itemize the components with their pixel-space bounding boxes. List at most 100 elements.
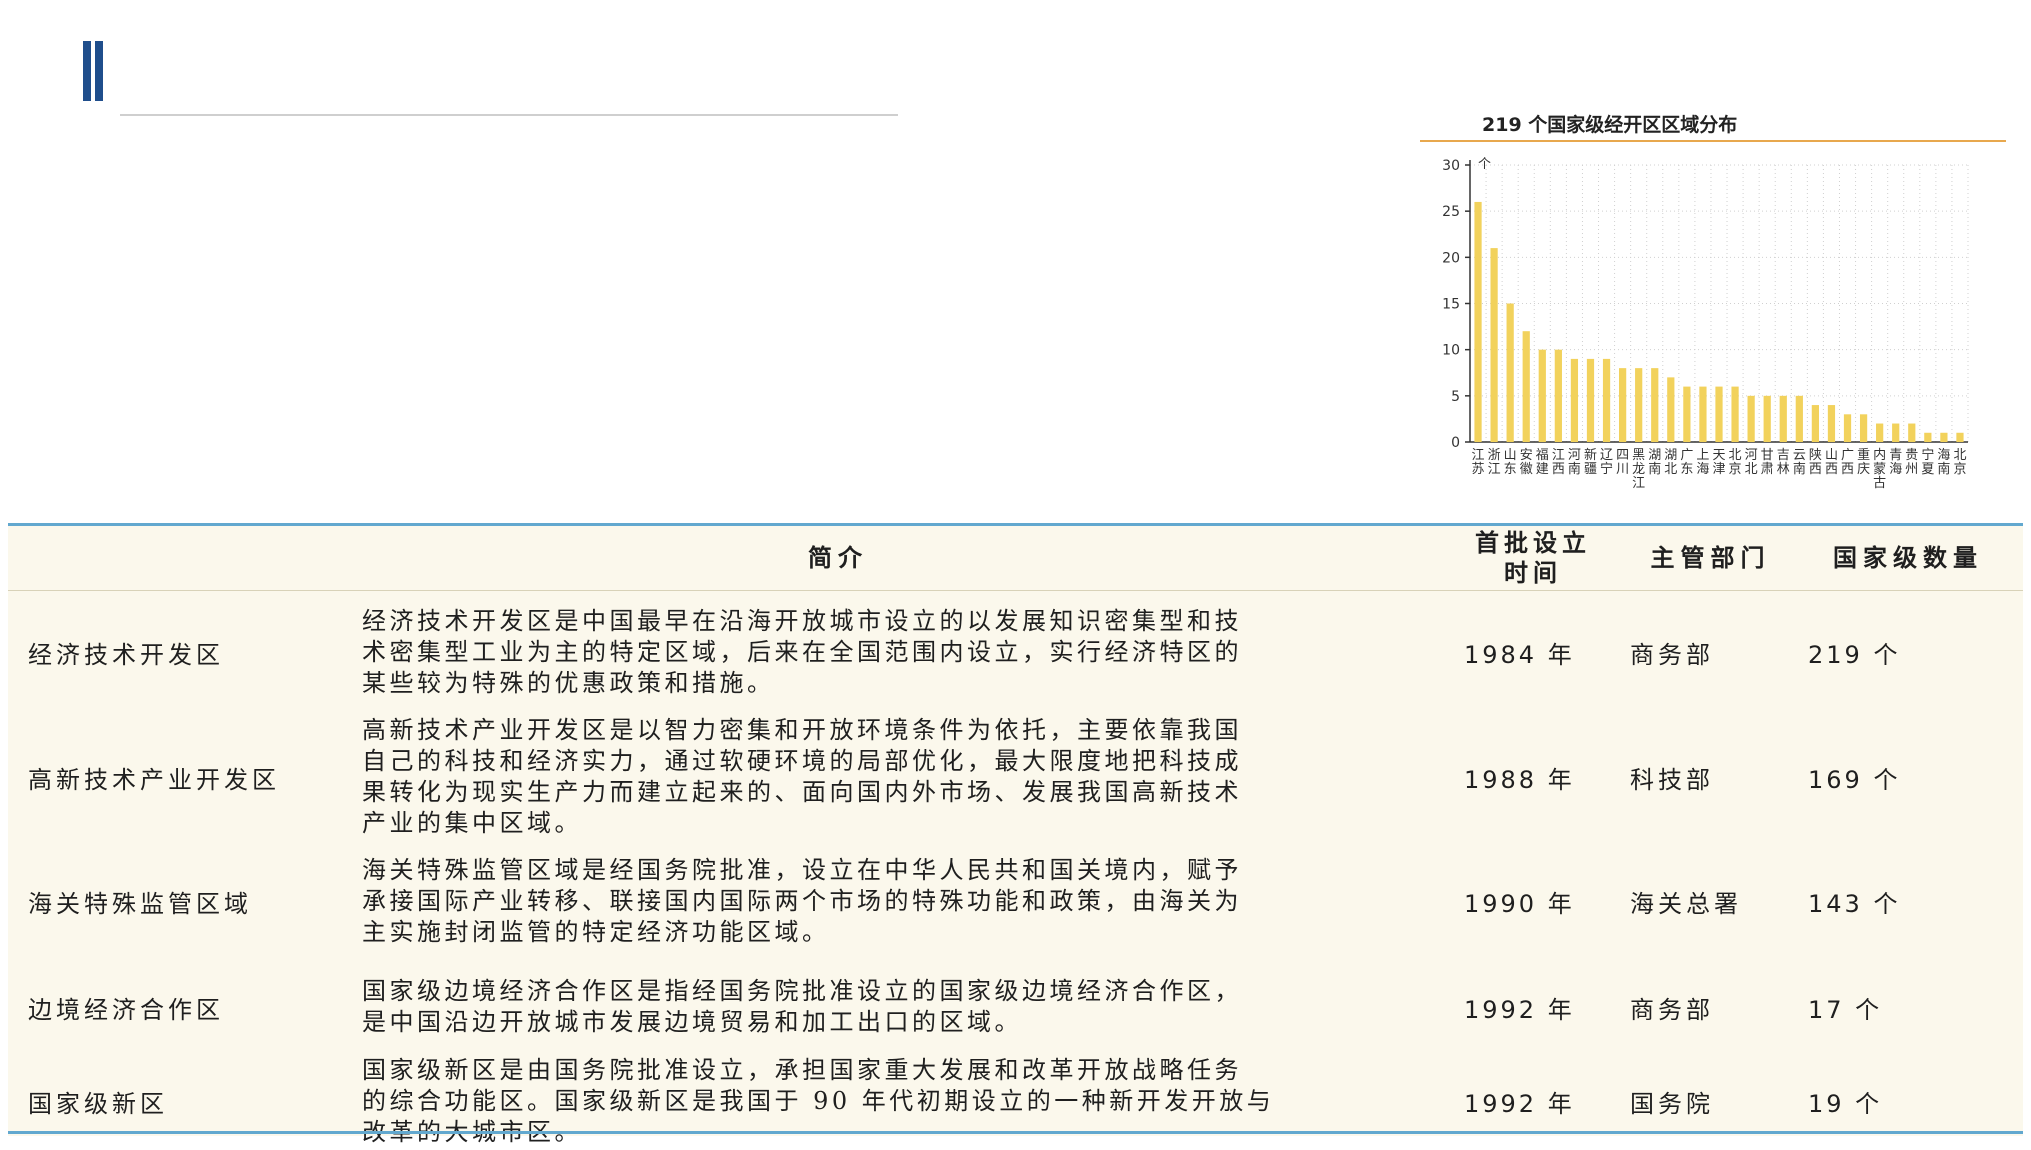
bar: [1843, 414, 1852, 442]
zone-description: 经济技术开发区是中国最早在沿海开放城市设立的以发展知识密集型和技 术密集型工业为主…: [362, 606, 1242, 697]
bar: [1924, 432, 1932, 442]
table-row: 高新技术产业开发区 高新技术产业开发区是以智力密集和开放环境条件为依托，主要依靠…: [8, 714, 2023, 840]
table-header-row: 简介 首批设立时间 主管部门 国家级数量: [8, 526, 2023, 591]
x-tick-label: 青海: [1889, 448, 1902, 477]
x-tick-label: 四川: [1616, 448, 1629, 477]
zone-name: 海关特殊监管区域: [28, 889, 252, 918]
bar: [1715, 386, 1723, 442]
bar: [1699, 386, 1707, 442]
x-tick-label: 福建: [1536, 448, 1549, 477]
bar: [1876, 423, 1884, 442]
x-tick-label: 黑龙江: [1632, 448, 1645, 491]
header-department: 主管部门: [1650, 543, 1771, 572]
zone-count: 219 个: [1808, 640, 1901, 669]
zone-first-year: 1990 年: [1464, 889, 1575, 918]
bar: [1940, 432, 1948, 442]
zone-first-year: 1984 年: [1464, 640, 1575, 669]
x-tick-label: 天津: [1712, 448, 1725, 477]
x-tick-label: 海南: [1937, 448, 1950, 477]
table-bottom-rule: [8, 1131, 2023, 1134]
bar: [1827, 405, 1836, 442]
x-tick-label: 湖北: [1664, 448, 1677, 477]
bar: [1522, 331, 1530, 442]
bar: [1554, 349, 1562, 442]
zone-description: 海关特殊监管区域是经国务院批准，设立在中华人民共和国关境内，赋予 承接国际产业转移…: [362, 855, 1242, 946]
chart-title-divider: [1420, 140, 2006, 142]
zone-name: 国家级新区: [28, 1089, 168, 1118]
y-axis-unit: 个: [1478, 157, 1491, 172]
table-row: 海关特殊监管区域 海关特殊监管区域是经国务院批准，设立在中华人民共和国关境内，赋…: [8, 840, 2023, 962]
x-tick-label: 浙江: [1488, 448, 1501, 477]
zone-first-year: 1988 年: [1464, 765, 1575, 794]
x-tick-label: 江苏: [1472, 448, 1485, 477]
bar: [1570, 358, 1579, 442]
zone-first-year: 1992 年: [1464, 995, 1575, 1024]
y-tick-label: 5: [1451, 389, 1460, 405]
x-tick-label: 山东: [1504, 448, 1517, 477]
zone-department: 海关总署: [1630, 889, 1742, 918]
bar: [1779, 395, 1787, 442]
zone-count: 17 个: [1808, 995, 1883, 1024]
x-tick-label: 甘肃: [1761, 448, 1774, 477]
bar: [1956, 432, 1964, 442]
zone-description: 高新技术产业开发区是以智力密集和开放环境条件为依托，主要依靠我国 自己的科技和经济…: [362, 716, 1242, 837]
header-count: 国家级数量: [1833, 543, 1983, 572]
x-tick-label: 云南: [1793, 448, 1806, 477]
x-tick-label: 上海: [1696, 448, 1709, 477]
zone-name: 经济技术开发区: [28, 640, 224, 669]
bar: [1635, 368, 1643, 442]
zone-department: 商务部: [1630, 995, 1714, 1024]
bar: [1892, 423, 1900, 442]
zone-count: 19 个: [1808, 1089, 1883, 1118]
table-row: 经济技术开发区 经济技术开发区是中国最早在沿海开放城市设立的以发展知识密集型和技…: [8, 590, 2023, 714]
region-distribution-bar-chart: 0 5 10 15 20 25 30 个江苏浙江山东安徽福建江西河南新疆辽宁四川黑龙江湖南湖北…: [1442, 157, 1969, 491]
zone-description: 国家级边境经济合作区是指经国务院批准设立的国家级边境经济合作区， 是中国沿边开放城…: [362, 977, 1242, 1036]
header-first-year: 首批设立时间: [1475, 528, 1591, 587]
zone-department: 科技部: [1630, 765, 1714, 794]
bar: [1811, 405, 1820, 442]
y-tick-label: 25: [1442, 204, 1460, 220]
y-tick-label: 15: [1442, 297, 1460, 313]
zone-description: 国家级新区是由国务院批准设立，承担国家重大发展和改革开放战略任务 的综合功能区。国…: [362, 1055, 1275, 1146]
table-row: 边境经济合作区 国家级边境经济合作区是指经国务院批准设立的国家级边境经济合作区，…: [8, 962, 2023, 1052]
y-tick-label: 30: [1442, 158, 1460, 174]
x-tick-label: 江西: [1552, 448, 1565, 477]
zone-count: 169 个: [1808, 765, 1901, 794]
x-tick-label: 河南: [1568, 448, 1581, 477]
x-tick-label: 陕西: [1809, 448, 1822, 477]
x-tick-label: 北京: [1729, 448, 1742, 477]
bar: [1763, 395, 1771, 442]
zone-department: 商务部: [1630, 640, 1714, 669]
y-tick-label: 10: [1442, 343, 1460, 359]
x-tick-label: 山西: [1825, 448, 1838, 477]
y-tick-label: 20: [1442, 250, 1460, 266]
bar: [1651, 368, 1659, 442]
bar: [1586, 358, 1595, 442]
bar: [1538, 349, 1546, 442]
x-tick-label: 北京: [1953, 448, 1966, 477]
bar: [1683, 386, 1691, 442]
bar: [1667, 377, 1675, 442]
bar: [1731, 386, 1739, 442]
x-tick-label: 贵州: [1905, 448, 1918, 477]
chart-title: 219 个国家级经开区区域分布: [1482, 114, 1738, 136]
x-tick-label: 辽宁: [1600, 448, 1613, 477]
bar: [1747, 395, 1755, 442]
bar: [1506, 303, 1514, 442]
zone-comparison-table: 简介 首批设立时间 主管部门 国家级数量 经济技术开发区 经济技术开发区是中国最…: [8, 523, 2023, 1146]
title-accent-bars: [83, 41, 105, 101]
header-intro: 简介: [808, 543, 868, 572]
x-tick-label: 吉林: [1777, 448, 1790, 477]
zone-name: 高新技术产业开发区: [28, 765, 280, 794]
bar: [1618, 368, 1627, 442]
bar: [1602, 358, 1611, 442]
x-tick-label: 重庆: [1857, 447, 1870, 477]
header-divider: [120, 114, 898, 116]
zone-name: 边境经济合作区: [28, 995, 224, 1024]
x-tick-label: 广东: [1680, 448, 1693, 477]
x-tick-label: 广西: [1841, 448, 1854, 477]
bar: [1474, 201, 1482, 442]
bar: [1908, 423, 1916, 442]
x-tick-label: 新疆: [1584, 447, 1597, 477]
zone-department: 国务院: [1630, 1089, 1714, 1118]
